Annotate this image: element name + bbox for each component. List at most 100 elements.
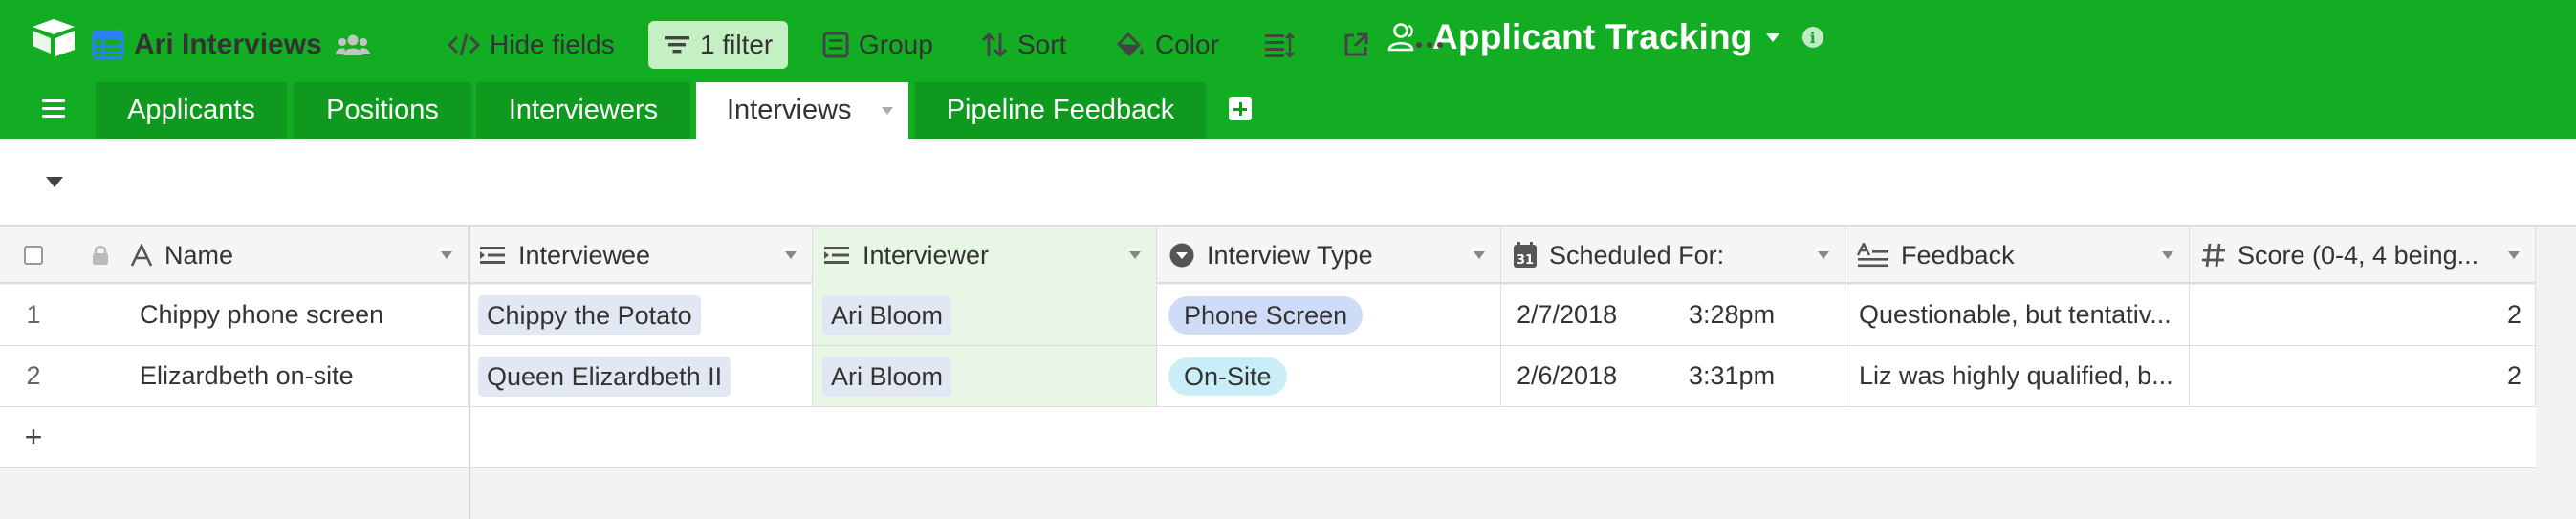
column-label: Interviewee xyxy=(518,240,651,270)
link-field-icon xyxy=(480,247,505,264)
score-cell[interactable]: 2 xyxy=(2190,285,2536,345)
linked-record-pill[interactable]: Ari Bloom xyxy=(822,356,952,397)
name-cell[interactable]: Chippy phone screen xyxy=(67,285,469,345)
sort-icon xyxy=(981,32,1008,58)
row-number: 1 xyxy=(26,300,41,329)
time-value: 3:31pm xyxy=(1689,361,1776,390)
score-cell[interactable]: 2 xyxy=(2190,346,2536,406)
column-label: Scheduled For: xyxy=(1549,240,1725,270)
filter-icon xyxy=(665,36,689,54)
shared-view-icon xyxy=(335,34,370,55)
tab-label: Positions xyxy=(326,95,439,125)
table-row[interactable]: 2 Elizardbeth on-site Queen Elizardbeth … xyxy=(0,346,2536,407)
group-icon xyxy=(822,32,849,58)
view-switcher[interactable]: Ari Interviews xyxy=(92,21,380,69)
column-header-feedback[interactable]: Feedback xyxy=(1845,227,2190,284)
column-header-row: Name Interviewee Interviewer Interview T… xyxy=(0,227,2536,284)
column-label: Feedback xyxy=(1901,240,2015,270)
interviewee-cell[interactable]: Chippy the Potato xyxy=(469,285,813,345)
column-header-interviewer[interactable]: Interviewer xyxy=(813,227,1157,284)
filter-button[interactable]: 1 filter xyxy=(648,21,789,69)
column-label: Score (0-4, 4 being... xyxy=(2238,240,2479,270)
chevron-down-icon[interactable] xyxy=(785,251,797,259)
chevron-down-icon[interactable] xyxy=(2508,251,2520,259)
interviewer-cell[interactable]: Ari Bloom xyxy=(813,285,1157,345)
hide-fields-button[interactable]: Hide fields xyxy=(448,21,615,69)
tab-label: Applicants xyxy=(127,95,255,125)
sidebar-toggle-chevron-icon[interactable] xyxy=(46,177,63,187)
column-header-interviewee[interactable]: Interviewee xyxy=(469,227,813,284)
add-table-icon[interactable] xyxy=(1229,97,1252,120)
row-height-button[interactable] xyxy=(1264,21,1304,69)
number-icon xyxy=(2202,243,2225,268)
select-option-chip: Phone Screen xyxy=(1168,295,1364,335)
tab-label: Interviews xyxy=(727,95,852,125)
share-view-button[interactable] xyxy=(1343,21,1379,69)
chevron-down-icon[interactable] xyxy=(1765,32,1779,42)
chevron-down-icon[interactable] xyxy=(441,251,452,259)
column-header-name[interactable]: Name xyxy=(67,227,469,284)
airtable-logo-icon[interactable] xyxy=(29,17,78,57)
scheduled-for-cell[interactable]: 2/6/2018 3:31pm xyxy=(1501,346,1845,406)
linked-record-pill[interactable]: Chippy the Potato xyxy=(478,294,701,335)
ellipsis-icon xyxy=(1416,42,1443,48)
date-value: 2/7/2018 xyxy=(1517,300,1618,329)
feedback-cell[interactable]: Questionable, but tentativ... xyxy=(1845,285,2190,345)
info-icon[interactable]: i xyxy=(1801,27,1823,48)
hide-fields-label: Hide fields xyxy=(490,30,615,59)
tab-positions[interactable]: Positions xyxy=(294,82,471,139)
more-options-button[interactable] xyxy=(1415,21,1453,69)
add-record-button[interactable]: + xyxy=(0,407,67,467)
collaborators-icon xyxy=(1387,23,1414,52)
select-option-chip: On-Site xyxy=(1168,357,1287,396)
view-toolbar xyxy=(0,139,2576,227)
hamburger-menu-icon[interactable] xyxy=(42,99,65,119)
column-header-scheduled-for[interactable]: 31 Scheduled For: xyxy=(1501,227,1845,284)
interview-type-cell[interactable]: On-Site xyxy=(1157,346,1501,406)
time-value: 3:28pm xyxy=(1689,300,1776,329)
tab-interviews[interactable]: Interviews xyxy=(696,82,908,139)
column-header-score[interactable]: Score (0-4, 4 being... xyxy=(2190,227,2536,284)
column-label: Interviewer xyxy=(862,240,990,270)
tab-label: Pipeline Feedback xyxy=(946,95,1175,125)
base-name: Applicant Tracking xyxy=(1432,17,1753,56)
single-select-icon xyxy=(1169,243,1194,268)
row-height-icon xyxy=(1265,32,1295,58)
linked-record-pill[interactable]: Queen Elizardbeth II xyxy=(478,356,731,397)
filter-label: 1 filter xyxy=(700,30,774,59)
long-text-icon xyxy=(1857,243,1888,268)
interviewee-cell[interactable]: Queen Elizardbeth II xyxy=(469,346,813,406)
group-label: Group xyxy=(859,30,933,59)
column-label: Name xyxy=(164,240,234,270)
tab-pipeline-feedback[interactable]: Pipeline Feedback xyxy=(915,82,1206,139)
select-all-checkbox[interactable] xyxy=(0,227,67,284)
chevron-down-icon[interactable] xyxy=(1129,251,1141,259)
frozen-column-divider[interactable] xyxy=(469,227,470,519)
chevron-down-icon[interactable] xyxy=(882,107,893,115)
grid-view-icon xyxy=(92,30,124,60)
scheduled-for-cell[interactable]: 2/7/2018 3:28pm xyxy=(1501,285,1845,345)
color-button[interactable]: Color xyxy=(1115,21,1219,69)
name-cell[interactable]: Elizardbeth on-site xyxy=(67,346,469,406)
feedback-cell[interactable]: Liz was highly qualified, b... xyxy=(1845,346,2190,406)
chevron-down-icon[interactable] xyxy=(2162,251,2173,259)
hide-fields-icon xyxy=(448,33,480,56)
sort-button[interactable]: Sort xyxy=(981,21,1066,69)
add-record-row[interactable]: + xyxy=(0,407,2536,468)
tab-label: Interviewers xyxy=(508,95,659,125)
date-value: 2/6/2018 xyxy=(1517,361,1618,390)
chevron-down-icon[interactable] xyxy=(1818,251,1829,259)
chevron-down-icon[interactable] xyxy=(1474,251,1485,259)
tab-interviewers[interactable]: Interviewers xyxy=(476,82,690,139)
group-button[interactable]: Group xyxy=(822,21,933,69)
linked-record-pill[interactable]: Ari Bloom xyxy=(822,294,952,335)
interview-type-cell[interactable]: Phone Screen xyxy=(1157,285,1501,345)
paint-bucket-icon xyxy=(1116,32,1144,57)
sort-label: Sort xyxy=(1017,30,1067,59)
column-header-interview-type[interactable]: Interview Type xyxy=(1157,227,1501,284)
external-link-icon xyxy=(1344,32,1368,56)
interviewer-cell[interactable]: Ari Bloom xyxy=(813,346,1157,406)
tab-applicants[interactable]: Applicants xyxy=(96,82,287,139)
link-field-icon xyxy=(824,247,849,264)
table-row[interactable]: 1 Chippy phone screen Chippy the Potato … xyxy=(0,285,2536,346)
